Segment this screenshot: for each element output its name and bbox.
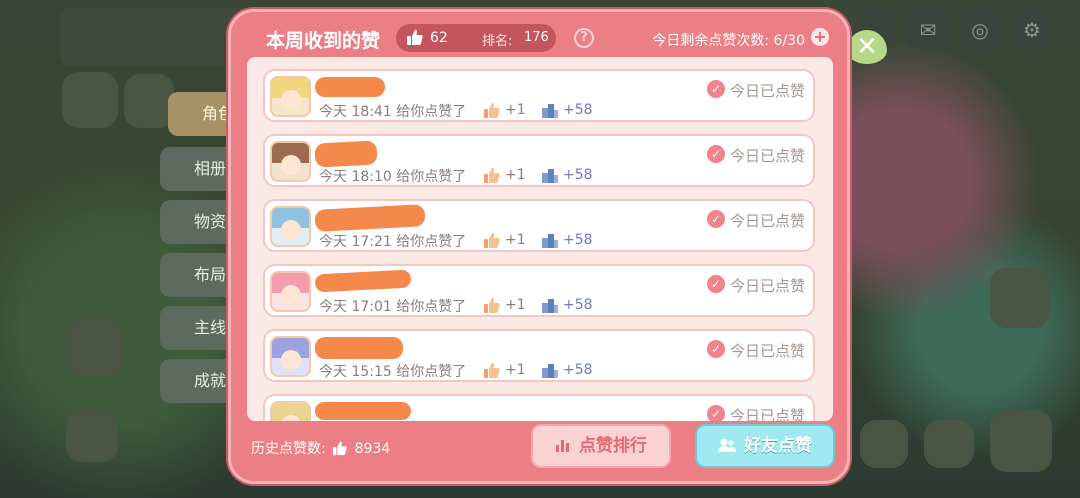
likes-ranking-label: 点赞排行	[579, 436, 647, 456]
likes-ranking-button[interactable]: 点赞排行	[531, 424, 671, 468]
like-time-text: 今天 17:21 给你点赞了	[319, 234, 467, 250]
weekly-stats-pill: 62 排名: 176	[396, 24, 556, 52]
thumbs-up-icon	[484, 102, 500, 118]
name-redacted	[314, 269, 412, 293]
reward-value: +58	[563, 297, 593, 313]
building-icon	[542, 234, 558, 248]
friends-like-label: 好友点赞	[744, 436, 812, 456]
like-time-text: 今天 18:10 给你点赞了	[319, 169, 467, 185]
history-likes: 历史点赞数: 8934	[251, 438, 390, 458]
reward-value: +58	[563, 362, 593, 378]
history-value: 8934	[354, 441, 391, 457]
check-icon: ✓	[707, 145, 725, 163]
bg-button	[990, 268, 1050, 328]
bg-button	[860, 420, 908, 468]
like-time-text: 今天 17:01 给你点赞了	[319, 299, 467, 315]
check-icon: ✓	[707, 405, 725, 421]
liked-status: 今日已点赞	[730, 407, 806, 421]
thumbs-up-icon	[484, 232, 500, 248]
avatar[interactable]	[270, 401, 311, 421]
dialog-header: 本周收到的赞 62 排名: 176 ? 今日剩余点赞次数: 6/30 +	[231, 12, 847, 60]
like-plus: +1	[505, 102, 526, 118]
camera-icon: ◎	[960, 10, 1000, 50]
friends-icon	[718, 438, 736, 452]
building-icon	[542, 299, 558, 313]
like-plus: +1	[505, 297, 526, 313]
bg-button	[62, 72, 118, 128]
thumbs-up-icon	[484, 297, 500, 313]
like-time-text: 今天 18:41 给你点赞了	[319, 104, 467, 120]
liked-status: 今日已点赞	[730, 342, 806, 360]
check-icon: ✓	[707, 340, 725, 358]
thumbs-up-icon	[484, 362, 500, 378]
gear-icon: ⚙	[1012, 10, 1052, 50]
name-redacted	[315, 402, 411, 420]
close-icon[interactable]: ✕	[847, 30, 887, 64]
ranking-icon	[556, 440, 569, 452]
liked-status: 今日已点赞	[730, 82, 806, 100]
help-icon[interactable]: ?	[574, 28, 594, 48]
player-info-panel	[60, 8, 250, 66]
name-redacted	[315, 337, 403, 359]
like-plus: +1	[505, 362, 526, 378]
avatar[interactable]	[270, 271, 311, 312]
rank-value: 176	[524, 30, 549, 45]
like-row: 今天 17:21 给你点赞了 +1 +58 ✓ 今日已点赞	[263, 199, 815, 252]
building-icon	[542, 104, 558, 118]
liked-status: 今日已点赞	[730, 212, 806, 230]
bg-button	[990, 410, 1052, 472]
history-label: 历史点赞数:	[251, 441, 326, 457]
bg-button	[66, 410, 118, 462]
like-row: 今天 18:41 给你点赞了 +1 +58 ✓ 今日已点赞	[263, 69, 815, 122]
avatar[interactable]	[270, 76, 311, 117]
avatar[interactable]	[270, 336, 311, 377]
like-plus: +1	[505, 167, 526, 183]
bg-button	[66, 318, 124, 376]
weekly-likes-count: 62	[430, 30, 448, 46]
like-row: 今天 15:15 给你点赞了 +1 +58 ✓ 今日已点赞	[263, 329, 815, 382]
bg-button	[124, 74, 174, 128]
name-redacted	[314, 140, 378, 168]
like-row: 今天 18:10 给你点赞了 +1 +58 ✓ 今日已点赞	[263, 134, 815, 187]
dialog-title: 本周收到的赞	[266, 30, 381, 52]
avatar[interactable]	[270, 141, 311, 182]
liked-status: 今日已点赞	[730, 147, 806, 165]
name-redacted	[315, 77, 385, 97]
mail-icon: ✉	[908, 10, 948, 50]
reward-value: +58	[563, 167, 593, 183]
check-icon: ✓	[707, 80, 725, 98]
bg-button	[924, 420, 974, 468]
thumbs-up-icon	[333, 441, 347, 456]
rank-label: 排名:	[482, 34, 513, 49]
avatar[interactable]	[270, 206, 311, 247]
remaining-likes-text: 今日剩余点赞次数: 6/30	[652, 33, 805, 49]
like-time-text: 今天 15:15 给你点赞了	[319, 364, 467, 380]
liked-status: 今日已点赞	[730, 277, 806, 295]
like-row: ✓ 今日已点赞	[263, 394, 815, 421]
likes-list[interactable]: 今天 18:41 给你点赞了 +1 +58 ✓ 今日已点赞 今天 18:10 给…	[247, 57, 833, 421]
friends-like-button[interactable]: 好友点赞	[695, 424, 835, 468]
plus-icon[interactable]: +	[811, 28, 829, 46]
reward-value: +58	[563, 102, 593, 118]
name-redacted	[314, 204, 426, 232]
thumbs-up-icon	[484, 167, 500, 183]
like-row: 今天 17:01 给你点赞了 +1 +58 ✓ 今日已点赞	[263, 264, 815, 317]
check-icon: ✓	[707, 275, 725, 293]
reward-value: +58	[563, 232, 593, 248]
thumbs-up-icon	[407, 29, 423, 45]
check-icon: ✓	[707, 210, 725, 228]
like-plus: +1	[505, 232, 526, 248]
building-icon	[542, 364, 558, 378]
building-icon	[542, 169, 558, 183]
likes-dialog: 本周收到的赞 62 排名: 176 ? 今日剩余点赞次数: 6/30 + 今天 …	[228, 9, 850, 484]
